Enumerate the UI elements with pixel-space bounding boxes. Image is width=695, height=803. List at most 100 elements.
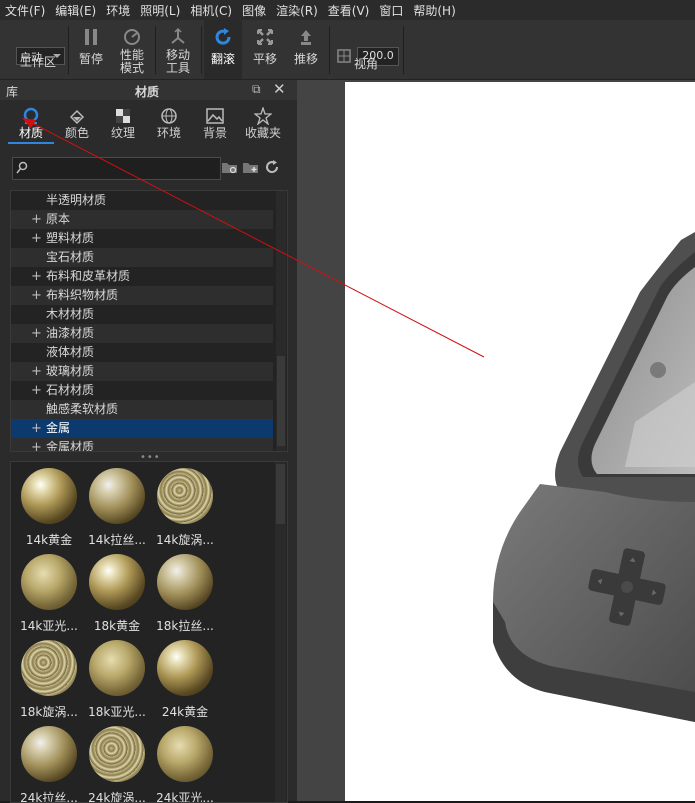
- menu-item[interactable]: 窗口: [374, 2, 408, 19]
- menu-item[interactable]: 相机(C): [185, 2, 237, 19]
- tree-item[interactable]: + 布料和皮革材质: [11, 267, 273, 286]
- tab-favorites[interactable]: 收藏夹: [238, 104, 288, 142]
- expand-icon[interactable]: +: [31, 286, 42, 305]
- pan-icon: [256, 27, 274, 47]
- menu-item[interactable]: 帮助(H): [408, 2, 460, 19]
- tree-item-label: 石材材质: [46, 383, 95, 397]
- refresh-icon[interactable]: [263, 158, 281, 176]
- search-input[interactable]: [29, 159, 218, 178]
- tab-materials[interactable]: 材质: [8, 104, 54, 144]
- tab-label: 纹理: [110, 126, 135, 140]
- material-thumbnail[interactable]: 18k旋涡...: [15, 636, 83, 722]
- pause-button[interactable]: 暂停: [74, 20, 108, 79]
- rotate-icon: [213, 27, 233, 47]
- tree-item[interactable]: + 石材材质: [11, 381, 273, 400]
- performance-mode-button[interactable]: 性能 模式: [114, 20, 150, 79]
- material-label: 14k拉丝...: [88, 533, 146, 547]
- pause-label: 暂停: [78, 52, 103, 66]
- menu-item[interactable]: 环境: [101, 2, 135, 19]
- material-thumbnail[interactable]: 24k旋涡...: [83, 722, 151, 802]
- expand-icon[interactable]: +: [31, 324, 42, 343]
- image-icon: [192, 107, 238, 124]
- tree-item[interactable]: + 原本: [11, 210, 273, 229]
- menu-bar: 文件(F) 编辑(E) 环境 照明(L) 相机(C) 图像 渲染(R) 查看(V) 窗口 帮助(H…: [0, 0, 695, 20]
- material-preview-sphere: [157, 726, 213, 782]
- material-preview-sphere: [21, 726, 77, 782]
- pause-icon: [83, 27, 99, 47]
- toolbar-divider: [403, 26, 404, 74]
- material-label: 18k黄金: [93, 619, 141, 633]
- star-icon: [238, 106, 288, 125]
- tree-scrollbar[interactable]: [276, 191, 286, 451]
- expand-icon[interactable]: +: [31, 438, 42, 451]
- tab-label: 颜色: [64, 126, 89, 140]
- material-thumbnail[interactable]: 18k拉丝...: [151, 550, 219, 636]
- library-title: 库: [6, 85, 19, 99]
- pan-label: 平移: [252, 52, 277, 66]
- material-thumbnail[interactable]: 14k拉丝...: [83, 464, 151, 550]
- close-icon[interactable]: ✕: [273, 80, 286, 98]
- folder-search-icon[interactable]: [221, 158, 239, 176]
- expand-icon[interactable]: +: [31, 362, 42, 381]
- tree-item[interactable]: 半透明材质: [11, 191, 273, 210]
- tree-item-label: 原本: [46, 212, 71, 226]
- tree-item[interactable]: + 油漆材质: [11, 324, 273, 343]
- tree-item[interactable]: + 玻璃材质: [11, 362, 273, 381]
- pan-button[interactable]: 平移: [247, 20, 283, 79]
- tree-item[interactable]: 触感柔软材质: [11, 400, 273, 419]
- render-canvas[interactable]: [345, 82, 695, 801]
- tab-backgrounds[interactable]: 背景: [192, 104, 238, 142]
- move-tool-button[interactable]: 移动 工具: [160, 20, 196, 79]
- material-thumbnail[interactable]: 24k黄金: [151, 636, 219, 722]
- menu-item[interactable]: 图像: [237, 2, 271, 19]
- material-thumbnail[interactable]: 14k亚光...: [15, 550, 83, 636]
- tumble-button[interactable]: 翻滚: [204, 20, 242, 79]
- menu-item[interactable]: 照明(L): [135, 2, 185, 19]
- scrollbar-thumb[interactable]: [277, 356, 285, 446]
- tab-label: 材质: [18, 126, 43, 140]
- folder-add-icon[interactable]: [242, 158, 260, 176]
- tree-item[interactable]: + 金属: [11, 419, 273, 438]
- material-preview-sphere: [89, 554, 145, 610]
- grid-scrollbar[interactable]: [275, 462, 286, 802]
- tab-textures[interactable]: 纹理: [100, 104, 146, 142]
- tumble-label: 翻滚: [210, 52, 235, 66]
- expand-icon[interactable]: +: [31, 381, 42, 400]
- expand-icon[interactable]: +: [31, 267, 42, 286]
- panel-header: 库 材质 ⧉ ✕: [0, 80, 297, 100]
- workspace-button[interactable]: 工作区: [12, 20, 64, 79]
- tree-item[interactable]: + 金属材质: [11, 438, 273, 452]
- tree-item-label: 触感柔软材质: [46, 402, 119, 416]
- material-thumbnail[interactable]: 14k旋涡...: [151, 464, 219, 550]
- tree-item[interactable]: 木材材质: [11, 305, 273, 324]
- expand-icon[interactable]: +: [31, 419, 42, 438]
- tree-item-label: 液体材质: [46, 345, 95, 359]
- menu-item[interactable]: 渲染(R): [271, 2, 323, 19]
- menu-item[interactable]: 文件(F): [0, 2, 50, 19]
- material-thumbnail[interactable]: 24k亚光...: [151, 722, 219, 802]
- tree-item-label: 金属材质: [46, 440, 95, 452]
- search-box: [12, 157, 221, 180]
- expand-icon[interactable]: +: [31, 229, 42, 248]
- tree-item[interactable]: + 布料织物材质: [11, 286, 273, 305]
- expand-icon[interactable]: +: [31, 210, 42, 229]
- tab-environments[interactable]: 环境: [146, 104, 192, 142]
- menu-item[interactable]: 编辑(E): [50, 2, 101, 19]
- menu-item[interactable]: 查看(V): [323, 2, 375, 19]
- tree-item[interactable]: + 塑料材质: [11, 229, 273, 248]
- material-thumbnail[interactable]: 18k黄金: [83, 550, 151, 636]
- material-preview-sphere: [89, 468, 145, 524]
- dolly-button[interactable]: 推移: [288, 20, 324, 79]
- tree-item-label: 宝石材质: [46, 250, 95, 264]
- material-preview-sphere: [157, 640, 213, 696]
- float-window-icon[interactable]: ⧉: [252, 82, 261, 97]
- tree-item[interactable]: 宝石材质: [11, 248, 273, 267]
- tree-item[interactable]: 液体材质: [11, 343, 273, 362]
- performance-mode-label: 性能 模式: [119, 48, 144, 75]
- tab-colors[interactable]: 颜色: [54, 104, 100, 142]
- material-thumbnail[interactable]: 18k亚光...: [83, 636, 151, 722]
- scrollbar-thumb[interactable]: [276, 464, 285, 524]
- material-thumbnail[interactable]: 14k黄金: [15, 464, 83, 550]
- material-sphere-icon: [8, 107, 54, 124]
- material-thumbnail[interactable]: 24k拉丝...: [15, 722, 83, 802]
